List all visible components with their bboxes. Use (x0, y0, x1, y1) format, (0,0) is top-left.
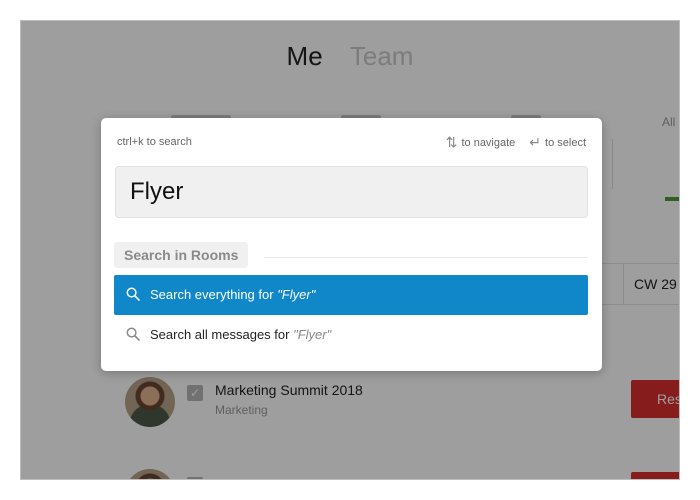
navigate-hint: to navigate (461, 136, 516, 149)
shortcut-hint: ctrl+k to search (117, 136, 192, 148)
search-input[interactable] (115, 166, 588, 218)
option-prefix: Search everything for (150, 287, 278, 302)
option-term: "Flyer" (277, 287, 316, 302)
search-everything-option[interactable]: Search everything for "Flyer" (114, 275, 588, 315)
search-icon (126, 327, 140, 341)
option-term: "Flyer" (293, 327, 332, 342)
search-modal: ctrl+k to search ⇅ to navigate ↵ to sele… (101, 118, 602, 371)
section-label: Search in Rooms (114, 242, 249, 268)
option-prefix: Search all messages for (150, 327, 294, 342)
select-hint: to select (545, 136, 586, 149)
keyboard-hints: ⇅ to navigate ↵ to select (446, 134, 586, 151)
search-icon (126, 287, 140, 301)
return-key-icon: ↵ (529, 134, 542, 150)
search-messages-option[interactable]: Search all messages for "Flyer" (114, 315, 588, 355)
up-down-arrows-icon: ⇅ (445, 134, 458, 150)
app-frame: Me Team All CW 29 ✓ Marketing Summit 201… (20, 20, 680, 480)
divider (264, 257, 588, 258)
